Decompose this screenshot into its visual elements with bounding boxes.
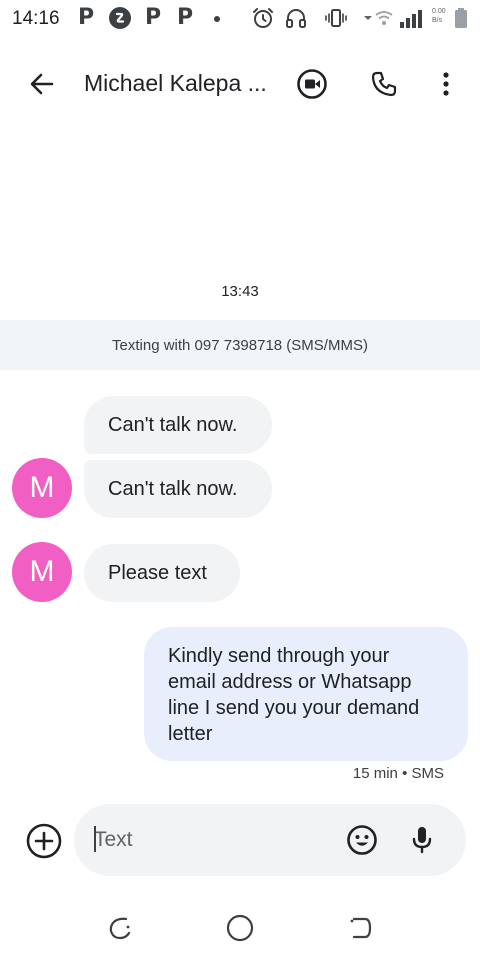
video-call-icon <box>297 69 327 99</box>
message-line: email address or Whatsapp <box>168 671 412 693</box>
text-cursor <box>94 826 96 852</box>
net-speed: 0.00 B/s <box>432 7 446 25</box>
attach-button[interactable] <box>24 821 64 861</box>
alarm-icon <box>251 6 275 30</box>
battery-icon <box>454 6 468 30</box>
emoji-icon <box>347 825 377 855</box>
wifi-icon <box>362 6 394 30</box>
p-notification-icon: P <box>78 5 95 30</box>
message-line: letter <box>168 723 213 745</box>
video-call-button[interactable] <box>292 64 332 104</box>
recents-icon <box>109 917 131 940</box>
vibrate-icon <box>324 6 348 30</box>
shazam-icon <box>108 6 132 30</box>
contact-avatar[interactable]: M <box>12 458 72 518</box>
more-options-button[interactable] <box>426 64 466 104</box>
message-line: Kindly send through your <box>168 645 390 667</box>
contact-name[interactable]: Michael Kalepa ... <box>84 70 267 97</box>
message-status: 15 min • SMS <box>352 765 444 782</box>
incoming-message-bubble[interactable]: Please text <box>84 544 240 602</box>
net-speed-unit: B/s <box>432 17 443 24</box>
voice-input-button[interactable] <box>402 820 442 860</box>
conversation-timestamp: 13:43 <box>221 283 259 300</box>
phone-call-button[interactable] <box>364 64 404 104</box>
incoming-message-bubble[interactable]: Can't talk now. <box>84 396 272 454</box>
headset-icon <box>284 6 308 30</box>
contact-avatar[interactable]: M <box>12 542 72 602</box>
add-circle-icon <box>26 823 62 859</box>
emoji-button[interactable] <box>342 820 382 860</box>
outgoing-message-bubble[interactable]: Kindly send through your email address o… <box>144 627 468 761</box>
compose-bar <box>74 804 466 876</box>
status-time: 14:16 <box>12 8 60 29</box>
recents-button[interactable] <box>100 908 140 948</box>
back-arrow-icon <box>30 73 54 95</box>
dot-icon <box>212 6 222 30</box>
message-line: line I send you your demand <box>168 697 420 719</box>
p-notification-icon: P <box>145 5 162 30</box>
home-button[interactable] <box>220 908 260 948</box>
p-notification-icon: P <box>177 5 194 30</box>
net-speed-value: 0.00 <box>432 8 446 15</box>
mic-icon <box>412 827 432 854</box>
message-input[interactable] <box>94 826 334 854</box>
system-back-button[interactable] <box>340 908 380 948</box>
back-icon <box>350 917 372 939</box>
incoming-message-bubble[interactable]: Can't talk now. <box>84 460 272 518</box>
signal-icon <box>398 6 426 30</box>
more-vert-icon <box>443 72 449 96</box>
back-button[interactable] <box>22 64 62 104</box>
texting-banner: Texting with 097 7398718 (SMS/MMS) <box>0 320 480 370</box>
status-bar: 14:16 P P P 0.00 B/s <box>0 0 480 38</box>
navigation-bar <box>0 900 480 950</box>
home-icon <box>226 914 254 942</box>
app-bar: Michael Kalepa ... <box>0 50 480 118</box>
phone-icon <box>371 71 397 97</box>
